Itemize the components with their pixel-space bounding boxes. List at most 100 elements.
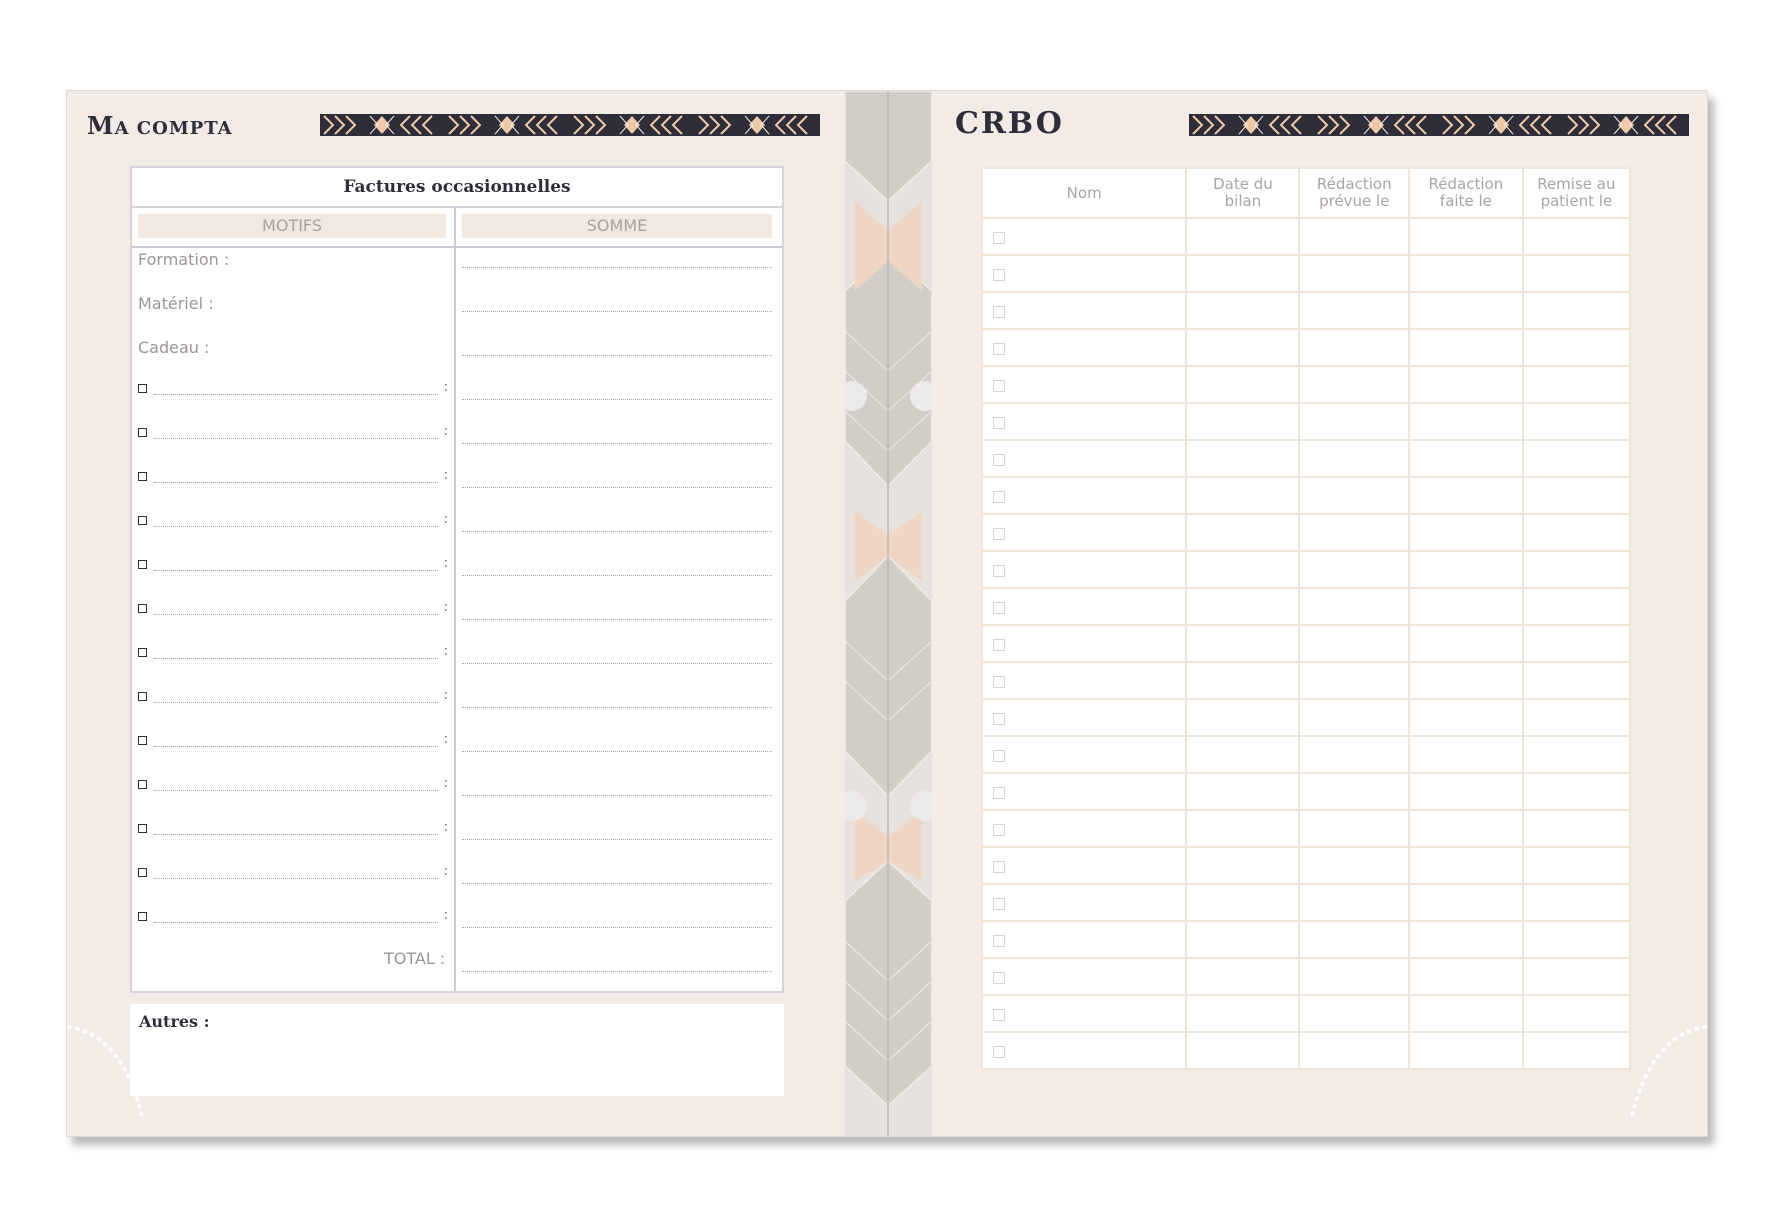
redaction-prevue-cell[interactable] xyxy=(1298,809,1411,848)
redaction-prevue-cell[interactable] xyxy=(1298,920,1411,959)
motif-item-row[interactable]: : xyxy=(138,908,448,926)
redaction-prevue-cell[interactable] xyxy=(1298,698,1411,737)
checkbox-icon[interactable] xyxy=(993,971,1005,984)
nom-cell[interactable] xyxy=(980,624,1188,663)
redaction-prevue-cell[interactable] xyxy=(1298,624,1411,663)
motif-item-row[interactable]: : xyxy=(138,732,448,750)
remise-patient-cell[interactable] xyxy=(1521,365,1632,404)
motif-dotted-line[interactable] xyxy=(154,702,438,703)
remise-patient-cell[interactable] xyxy=(1521,439,1632,478)
redaction-faite-cell[interactable] xyxy=(1408,846,1524,885)
remise-patient-cell[interactable] xyxy=(1521,920,1632,959)
nom-cell[interactable] xyxy=(980,772,1188,811)
remise-patient-cell[interactable] xyxy=(1521,624,1632,663)
motif-dotted-line[interactable] xyxy=(154,438,438,439)
redaction-faite-cell[interactable] xyxy=(1408,476,1524,515)
motif-dotted-line[interactable] xyxy=(154,658,438,659)
redaction-faite-cell[interactable] xyxy=(1408,698,1524,737)
checkbox-icon[interactable] xyxy=(138,560,147,569)
checkbox-icon[interactable] xyxy=(138,912,147,921)
date-bilan-cell[interactable] xyxy=(1185,994,1301,1033)
remise-patient-cell[interactable] xyxy=(1521,957,1632,996)
checkbox-icon[interactable] xyxy=(138,736,147,745)
redaction-prevue-cell[interactable] xyxy=(1298,994,1411,1033)
redaction-faite-cell[interactable] xyxy=(1408,957,1524,996)
motif-dotted-line[interactable] xyxy=(154,394,438,395)
date-bilan-cell[interactable] xyxy=(1185,550,1301,589)
redaction-prevue-cell[interactable] xyxy=(1298,846,1411,885)
checkbox-icon[interactable] xyxy=(993,897,1005,910)
date-bilan-cell[interactable] xyxy=(1185,328,1301,367)
redaction-prevue-cell[interactable] xyxy=(1298,661,1411,700)
motif-item-row[interactable]: : xyxy=(138,512,448,530)
somme-dotted-line[interactable] xyxy=(462,575,772,576)
date-bilan-cell[interactable] xyxy=(1185,291,1301,330)
checkbox-icon[interactable] xyxy=(993,1045,1005,1058)
checkbox-icon[interactable] xyxy=(993,934,1005,947)
redaction-faite-cell[interactable] xyxy=(1408,920,1524,959)
somme-dotted-line[interactable] xyxy=(462,839,772,840)
redaction-prevue-cell[interactable] xyxy=(1298,957,1411,996)
checkbox-icon[interactable] xyxy=(993,786,1005,799)
checkbox-icon[interactable] xyxy=(993,342,1005,355)
somme-dotted-line[interactable] xyxy=(462,267,772,268)
redaction-faite-cell[interactable] xyxy=(1408,809,1524,848)
nom-cell[interactable] xyxy=(980,1031,1188,1070)
remise-patient-cell[interactable] xyxy=(1521,809,1632,848)
motif-item-row[interactable]: : xyxy=(138,380,448,398)
motif-dotted-line[interactable] xyxy=(154,570,438,571)
date-bilan-cell[interactable] xyxy=(1185,1031,1301,1070)
nom-cell[interactable] xyxy=(980,846,1188,885)
remise-patient-cell[interactable] xyxy=(1521,698,1632,737)
redaction-faite-cell[interactable] xyxy=(1408,1031,1524,1070)
somme-dotted-line[interactable] xyxy=(462,795,772,796)
redaction-prevue-cell[interactable] xyxy=(1298,550,1411,589)
date-bilan-cell[interactable] xyxy=(1185,254,1301,293)
somme-dotted-line[interactable] xyxy=(462,927,772,928)
remise-patient-cell[interactable] xyxy=(1521,254,1632,293)
date-bilan-cell[interactable] xyxy=(1185,365,1301,404)
nom-cell[interactable] xyxy=(980,735,1188,774)
somme-dotted-line[interactable] xyxy=(462,971,772,972)
redaction-prevue-cell[interactable] xyxy=(1298,365,1411,404)
nom-cell[interactable] xyxy=(980,550,1188,589)
motif-dotted-line[interactable] xyxy=(154,922,438,923)
somme-dotted-line[interactable] xyxy=(462,355,772,356)
motif-dotted-line[interactable] xyxy=(154,614,438,615)
redaction-prevue-cell[interactable] xyxy=(1298,1031,1411,1070)
redaction-faite-cell[interactable] xyxy=(1408,624,1524,663)
date-bilan-cell[interactable] xyxy=(1185,698,1301,737)
checkbox-icon[interactable] xyxy=(993,749,1005,762)
checkbox-icon[interactable] xyxy=(993,823,1005,836)
remise-patient-cell[interactable] xyxy=(1521,550,1632,589)
somme-dotted-line[interactable] xyxy=(462,883,772,884)
checkbox-icon[interactable] xyxy=(138,428,147,437)
somme-dotted-line[interactable] xyxy=(462,311,772,312)
remise-patient-cell[interactable] xyxy=(1521,476,1632,515)
motif-item-row[interactable]: : xyxy=(138,424,448,442)
nom-cell[interactable] xyxy=(980,217,1188,256)
redaction-prevue-cell[interactable] xyxy=(1298,735,1411,774)
checkbox-icon[interactable] xyxy=(993,305,1005,318)
checkbox-icon[interactable] xyxy=(138,780,147,789)
somme-dotted-line[interactable] xyxy=(462,443,772,444)
motif-item-row[interactable]: : xyxy=(138,864,448,882)
nom-cell[interactable] xyxy=(980,476,1188,515)
autres-notes-box[interactable]: Autres : xyxy=(130,1004,784,1096)
remise-patient-cell[interactable] xyxy=(1521,735,1632,774)
motif-item-row[interactable]: : xyxy=(138,776,448,794)
nom-cell[interactable] xyxy=(980,661,1188,700)
redaction-faite-cell[interactable] xyxy=(1408,587,1524,626)
date-bilan-cell[interactable] xyxy=(1185,439,1301,478)
redaction-prevue-cell[interactable] xyxy=(1298,476,1411,515)
checkbox-icon[interactable] xyxy=(138,516,147,525)
nom-cell[interactable] xyxy=(980,587,1188,626)
motif-item-row[interactable]: : xyxy=(138,820,448,838)
redaction-prevue-cell[interactable] xyxy=(1298,513,1411,552)
remise-patient-cell[interactable] xyxy=(1521,772,1632,811)
remise-patient-cell[interactable] xyxy=(1521,994,1632,1033)
somme-dotted-line[interactable] xyxy=(462,751,772,752)
checkbox-icon[interactable] xyxy=(993,453,1005,466)
somme-dotted-line[interactable] xyxy=(462,619,772,620)
date-bilan-cell[interactable] xyxy=(1185,735,1301,774)
